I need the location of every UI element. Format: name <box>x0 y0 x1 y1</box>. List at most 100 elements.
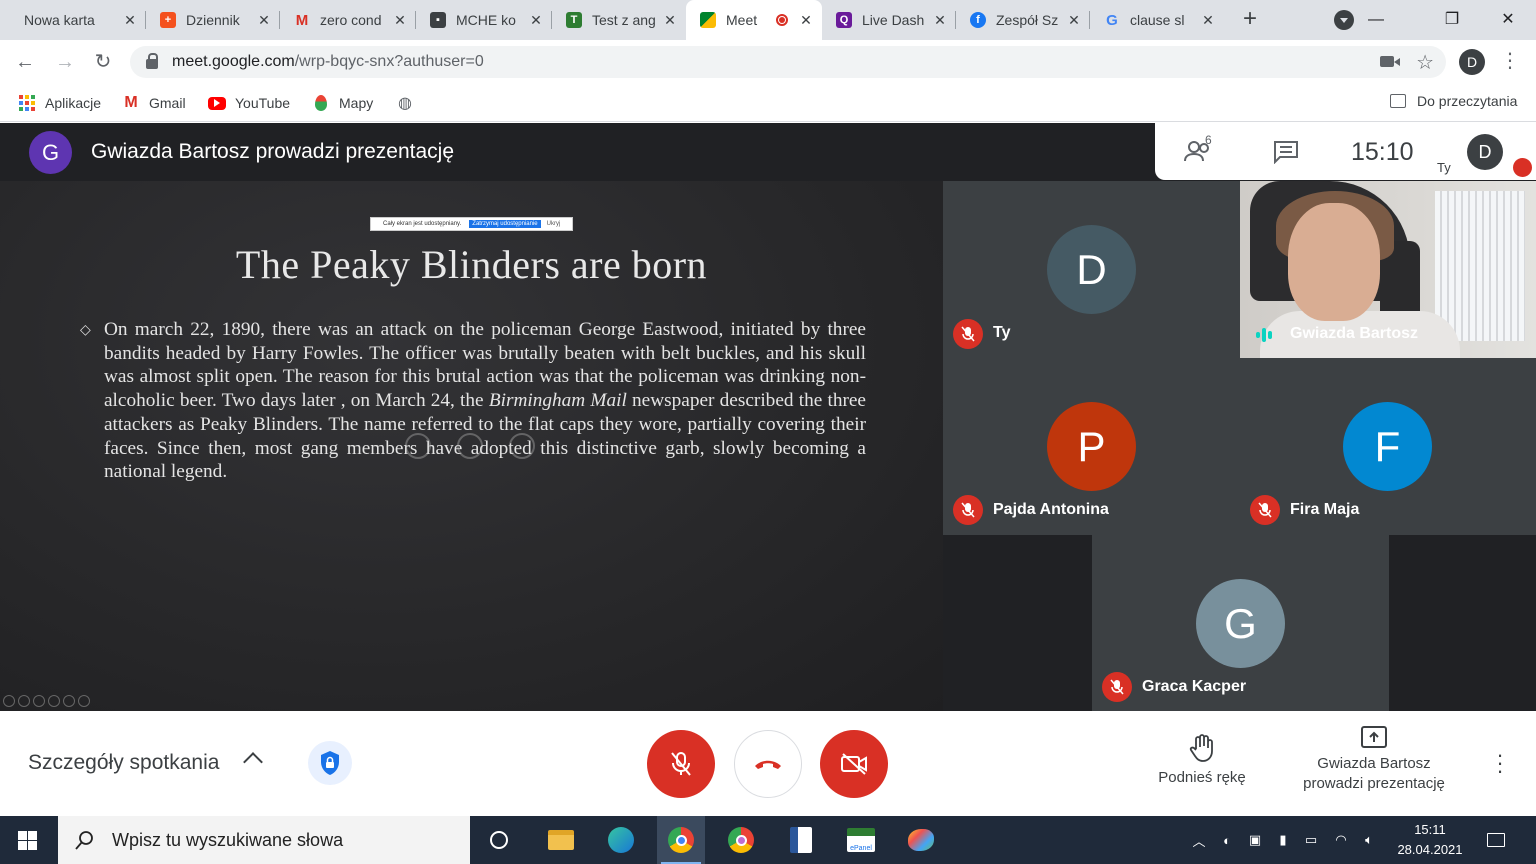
tab-nowa-karta[interactable]: Nowa karta ✕ <box>10 0 146 40</box>
speaking-indicator-icon <box>1256 328 1272 342</box>
tab-facebook[interactable]: f Zespół Sz ✕ <box>956 0 1090 40</box>
more-options-icon[interactable]: · · · <box>1490 744 1510 782</box>
word-doc-icon[interactable] <box>777 816 825 864</box>
tab-quizizz[interactable]: Q Live Dash ✕ <box>822 0 956 40</box>
bookmark-globe[interactable]: ◍ <box>396 93 423 113</box>
notifications-icon[interactable] <box>1482 816 1510 864</box>
participant-avatar: G <box>1196 579 1285 668</box>
slides-icon[interactable] <box>48 695 60 707</box>
mute-icon[interactable] <box>457 433 483 459</box>
hide-banner-button[interactable]: Ukryj <box>547 221 561 227</box>
new-tab-button[interactable]: + <box>1238 7 1262 32</box>
volume-icon[interactable]: 🔈︎ <box>1358 816 1380 864</box>
paint-icon[interactable] <box>897 816 945 864</box>
leave-call-button[interactable] <box>734 730 802 798</box>
camera-tray-icon[interactable]: ▣ <box>1244 816 1266 864</box>
self-avatar[interactable]: D <box>1467 134 1503 170</box>
mic-off-icon <box>1513 158 1532 177</box>
reading-list-button[interactable]: Do przeczytania <box>1390 93 1517 109</box>
participant-tile-graca[interactable]: G Graca Kacper <box>1092 535 1389 711</box>
camera-toggle-button[interactable] <box>820 730 888 798</box>
tab-dziennik[interactable]: + Dziennik ✕ <box>146 0 280 40</box>
close-icon[interactable]: ✕ <box>1200 12 1216 29</box>
participants-button[interactable]: 6 <box>1183 133 1217 172</box>
tray-chevron-icon[interactable]: ︿ <box>1188 816 1210 864</box>
close-icon[interactable]: ✕ <box>932 12 948 29</box>
window-close-icon[interactable]: ✕ <box>1494 6 1522 34</box>
close-icon[interactable]: ✕ <box>1066 12 1082 29</box>
mic-off-icon <box>1250 495 1280 525</box>
bookmark-gmail[interactable]: M Gmail <box>122 93 185 113</box>
taskbar-search[interactable]: Wpisz tu wyszukiwane słowa <box>58 816 470 864</box>
participant-face <box>1288 203 1380 321</box>
meet-tray-icon[interactable]: ◐ <box>1216 816 1238 864</box>
profile-avatar[interactable]: D <box>1459 49 1485 75</box>
slideshow-toolbar <box>3 695 90 707</box>
pin-icon[interactable] <box>405 433 431 459</box>
windows-start-icon[interactable] <box>18 831 37 850</box>
tab-gmail[interactable]: M zero cond ✕ <box>280 0 416 40</box>
reload-icon[interactable]: ↻ <box>90 50 116 76</box>
url-text[interactable]: meet.google.com/wrp-bqyc-snx?authuser=0 <box>172 53 484 71</box>
raise-hand-button[interactable]: Podnieś rękę <box>1150 733 1254 788</box>
taskbar-clock[interactable]: 15:11 28.04.2021 <box>1390 820 1470 860</box>
close-icon[interactable]: ✕ <box>798 12 814 29</box>
close-icon[interactable]: ✕ <box>662 12 678 29</box>
prev-slide-icon[interactable] <box>3 695 15 707</box>
chat-button[interactable] <box>1273 140 1299 169</box>
file-explorer-icon[interactable] <box>537 816 585 864</box>
more-icon[interactable] <box>78 695 90 707</box>
camera-off-icon <box>841 753 867 775</box>
tab-classroom[interactable]: ▪ MCHE ko ✕ <box>416 0 552 40</box>
participant-tile-pajda[interactable]: P Pajda Antonina <box>943 358 1240 535</box>
chrome-icon[interactable] <box>657 816 705 864</box>
participant-tile-fira[interactable]: F Fira Maja <box>1240 358 1536 535</box>
close-icon[interactable]: ✕ <box>528 12 544 29</box>
task-view-icon[interactable] <box>475 816 523 864</box>
stop-sharing-button[interactable]: Zatrzymaj udostępnianie <box>469 220 541 228</box>
epanel-icon[interactable]: ePanel <box>837 816 885 864</box>
browser-menu-icon[interactable]: ⋮ <box>1500 48 1520 74</box>
zoom-icon[interactable] <box>63 695 75 707</box>
close-icon[interactable]: ✕ <box>256 12 272 29</box>
tab-testportal[interactable]: T Test z ang ✕ <box>552 0 686 40</box>
participant-name: Ty <box>993 324 1011 341</box>
restore-icon[interactable]: ❐ <box>1438 6 1466 34</box>
host-controls-button[interactable] <box>308 741 352 785</box>
edge-icon[interactable] <box>597 816 645 864</box>
participant-name: Graca Kacper <box>1142 678 1247 695</box>
back-icon[interactable]: ← <box>12 50 38 76</box>
bookmark-label: YouTube <box>235 95 291 111</box>
microphone-toggle-button[interactable] <box>647 730 715 798</box>
chrome-profile-icon[interactable] <box>717 816 765 864</box>
tab-title: zero cond <box>320 12 382 28</box>
mic-tray-icon[interactable]: ▮ <box>1272 816 1294 864</box>
tab-title: Nowa karta <box>24 12 95 28</box>
bookmark-mapy[interactable]: Mapy <box>312 93 373 113</box>
next-slide-icon[interactable] <box>18 695 30 707</box>
bookmark-aplikacje[interactable]: Aplikacje <box>18 93 101 113</box>
tab-google[interactable]: G clause sl ✕ <box>1090 0 1224 40</box>
battery-icon[interactable]: ▭ <box>1300 816 1322 864</box>
meeting-details-button[interactable]: Szczegóły spotkania <box>28 751 219 775</box>
participants-count: 6 <box>1205 133 1212 147</box>
camera-in-use-icon[interactable] <box>1380 56 1400 67</box>
participant-tile-gwiazda[interactable]: Gwiazda Bartosz <box>1240 181 1536 358</box>
tab-search-icon[interactable] <box>1334 10 1354 30</box>
meet-controls-bar: Szczegóły spotkania Podnieś rękę Gwiazda… <box>0 711 1536 816</box>
lock-icon[interactable] <box>146 53 158 69</box>
remove-icon[interactable] <box>509 433 535 459</box>
minimize-icon[interactable]: — <box>1362 6 1390 34</box>
pen-icon[interactable] <box>33 695 45 707</box>
close-icon[interactable]: ✕ <box>392 12 408 29</box>
chevron-up-icon[interactable] <box>243 752 263 772</box>
address-bar[interactable]: meet.google.com/wrp-bqyc-snx?authuser=0 … <box>130 46 1446 78</box>
forward-icon[interactable]: → <box>52 50 78 76</box>
bookmark-youtube[interactable]: YouTube <box>208 93 290 113</box>
bookmark-star-icon[interactable]: ☆ <box>1416 50 1434 75</box>
wifi-icon[interactable]: ◠ <box>1330 816 1352 864</box>
presentation-button[interactable]: Gwiazda Bartosz prowadzi prezentację <box>1282 725 1466 794</box>
tab-meet[interactable]: Meet ✕ <box>686 0 822 40</box>
close-icon[interactable]: ✕ <box>122 12 138 29</box>
participant-tile-self[interactable]: D Ty <box>943 181 1240 358</box>
